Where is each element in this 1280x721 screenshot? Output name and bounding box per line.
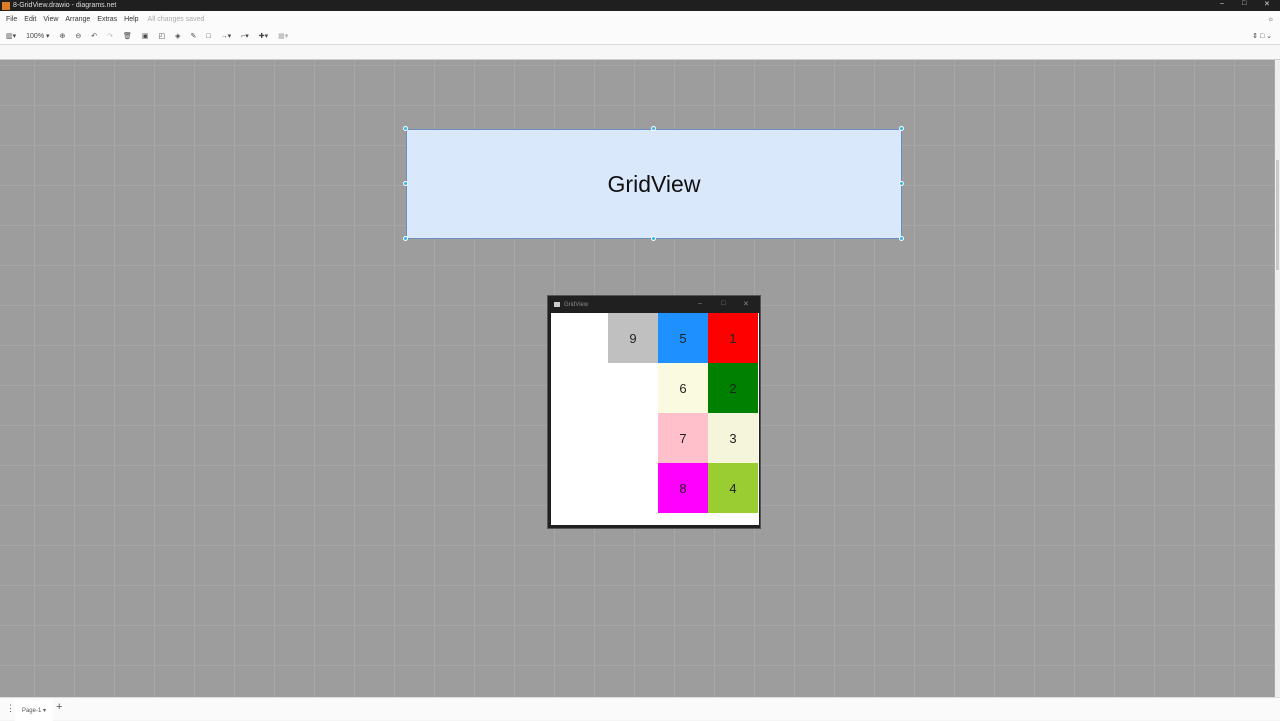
fill-color-icon[interactable]: ◈ — [175, 32, 180, 40]
resize-handle-se[interactable] — [899, 236, 904, 241]
app-maximize-button[interactable]: □ — [721, 300, 725, 307]
add-page-button[interactable]: + — [56, 701, 62, 713]
waypoints-icon[interactable]: ⌐▾ — [241, 32, 249, 40]
insert-icon[interactable]: ✚▾ — [259, 32, 268, 40]
page-bar: ⋮ Page-1 ▾ + — [0, 697, 1280, 721]
grid-cell-7: 7 — [658, 413, 708, 463]
grid-cell-1: 1 — [708, 313, 758, 363]
app-icon — [554, 302, 560, 307]
grid-view: 951627384 — [551, 313, 759, 525]
redo-icon[interactable]: ↷ — [107, 32, 113, 40]
resize-handle-n[interactable] — [651, 126, 656, 131]
drawio-logo-icon — [2, 1, 10, 10]
connection-icon[interactable]: →▾ — [221, 32, 232, 40]
menu-help[interactable]: Help — [124, 16, 138, 23]
resize-handle-e[interactable] — [899, 181, 904, 186]
grid-cell-8: 8 — [658, 463, 708, 513]
undo-icon[interactable]: ↶ — [91, 32, 97, 40]
app-title: GridView — [564, 301, 589, 308]
format-panel-icon[interactable]: ▥▾ — [6, 32, 16, 40]
app-close-button[interactable]: ✕ — [743, 300, 749, 308]
menu-bar: File Edit View Arrange Extras Help All c… — [0, 11, 1280, 28]
scrollbar-thumb[interactable] — [1276, 160, 1279, 270]
zoom-select[interactable]: 100% ▾ — [26, 32, 49, 40]
menu-file[interactable]: File — [6, 16, 17, 23]
grid-cell-3: 3 — [708, 413, 758, 463]
table-icon[interactable]: ▦▾ — [278, 32, 288, 40]
gridview-shape[interactable]: GridView — [406, 129, 902, 239]
toolbar: ▥▾ 100% ▾ ⊕ ⊖ ↶ ↷ 🗑 ▣ ◰ ◈ ✎ □ →▾ ⌐▾ ✚▾ ▦… — [0, 28, 1280, 45]
zoom-in-icon[interactable]: ⊕ — [60, 32, 66, 40]
app-minimize-button[interactable]: – — [698, 300, 702, 307]
to-front-icon[interactable]: ▣ — [142, 32, 149, 40]
theme-icon[interactable]: ☼ — [1268, 16, 1274, 23]
resize-handle-s[interactable] — [651, 236, 656, 241]
gridview-app-window[interactable]: GridView – □ ✕ 951627384 — [547, 295, 761, 529]
page-tab-label: Page-1 — [21, 707, 42, 714]
line-color-icon[interactable]: ✎ — [191, 32, 197, 40]
title-bar: 8-GridView.drawio - diagrams.net – □ ✕ — [0, 0, 1280, 11]
maximize-button[interactable]: □ — [1242, 0, 1246, 7]
app-title-bar: GridView – □ ✕ — [548, 296, 760, 313]
resize-handle-w[interactable] — [403, 181, 408, 186]
grid-cell-5: 5 — [658, 313, 708, 363]
close-button[interactable]: ✕ — [1264, 0, 1270, 8]
to-back-icon[interactable]: ◰ — [159, 32, 166, 40]
grid-cell-2: 2 — [708, 363, 758, 413]
menu-view[interactable]: View — [43, 16, 58, 23]
delete-icon[interactable]: 🗑 — [123, 32, 132, 40]
shape-label: GridView — [607, 170, 701, 197]
vertical-scrollbar[interactable] — [1275, 60, 1280, 697]
menu-edit[interactable]: Edit — [24, 16, 36, 23]
fullscreen-icon[interactable]: ⇕ □ ⌄ — [1252, 32, 1272, 40]
resize-handle-nw[interactable] — [403, 126, 408, 131]
menu-arrange[interactable]: Arrange — [65, 16, 90, 23]
zoom-out-icon[interactable]: ⊖ — [75, 32, 81, 40]
menu-extras[interactable]: Extras — [97, 16, 117, 23]
tab-page-1[interactable]: Page-1 ▾ — [15, 700, 53, 721]
toolbar-spacer — [0, 45, 1280, 60]
resize-handle-sw[interactable] — [403, 236, 408, 241]
zoom-value: 100% — [26, 33, 45, 40]
shadow-icon[interactable]: □ — [206, 33, 210, 40]
window-title: 8-GridView.drawio - diagrams.net — [13, 2, 117, 9]
pages-menu-icon[interactable]: ⋮ — [6, 703, 15, 714]
minimize-button[interactable]: – — [1220, 0, 1224, 7]
grid-cell-6: 6 — [658, 363, 708, 413]
save-status: All changes saved — [147, 16, 205, 23]
resize-handle-ne[interactable] — [899, 126, 904, 131]
grid-cell-9: 9 — [608, 313, 658, 363]
grid-cell-4: 4 — [708, 463, 758, 513]
